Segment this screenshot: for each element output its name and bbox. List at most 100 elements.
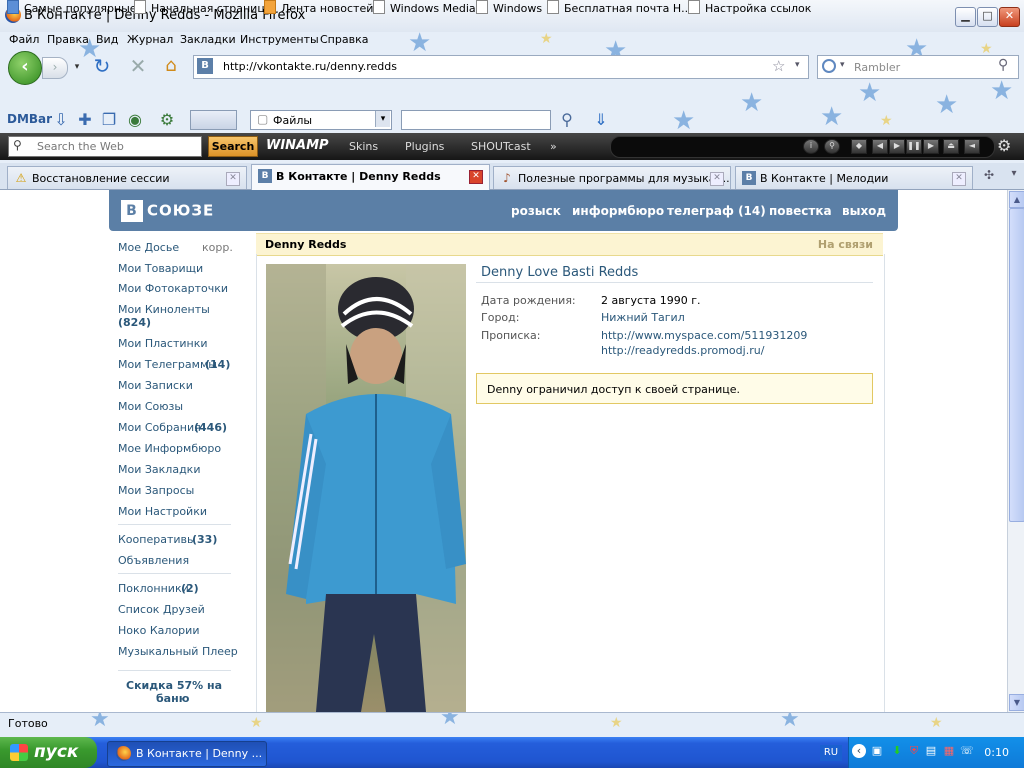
website-link-myspace[interactable]: http://www.myspace.com/511931209 (601, 329, 807, 342)
menu-audio[interactable]: Мои Пластинки (118, 337, 208, 350)
bookmark-star-icon[interactable]: ☆ (772, 57, 785, 75)
tab-session-restore[interactable]: ⚠ Восстановление сессии ✕ (7, 166, 247, 189)
search-box[interactable]: ▾ Rambler ⚲ (817, 55, 1019, 79)
close-icon[interactable]: ✕ (999, 7, 1020, 27)
menu-dossier-edit[interactable]: корр. (202, 241, 233, 254)
menu-friends-list[interactable]: Список Друзей (118, 603, 205, 616)
profile-photo[interactable] (266, 264, 466, 712)
menu-bookmarks[interactable]: Мои Закладки (118, 463, 200, 476)
winamp-more[interactable]: » (550, 140, 557, 153)
vk-logo[interactable]: В СОЮЗЕ (121, 200, 214, 222)
winamp-search-input[interactable]: ⚲ Search the Web (8, 136, 202, 157)
language-indicator[interactable]: RU (820, 745, 842, 761)
history-dropdown-icon[interactable]: ▾ (66, 57, 88, 77)
eject-icon[interactable]: ⏏ (943, 139, 959, 154)
website-link-promodj[interactable]: http://readyredds.promodj.ru/ (601, 344, 764, 357)
menu-help[interactable]: Справка (320, 33, 368, 46)
scroll-down-icon[interactable]: ▼ (1009, 694, 1024, 711)
bookmark-windows-media[interactable]: Windows Media (373, 0, 476, 15)
menu-my-news[interactable]: Мое Информбюро (118, 442, 221, 455)
close-tab-icon[interactable]: ✕ (226, 172, 240, 186)
tab-vk-melodies[interactable]: B В Контакте | Мелодии ✕ (735, 166, 973, 189)
search-input[interactable]: Rambler (854, 61, 900, 74)
dm-globe-icon[interactable]: ◉ (124, 110, 146, 130)
tray-network-icon[interactable]: ▤ (924, 744, 938, 758)
winamp-logo[interactable]: WINAMP (266, 138, 329, 153)
vertical-scrollbar[interactable]: ▲ ▼ (1007, 190, 1024, 712)
promo-line2[interactable]: баню (156, 692, 189, 705)
menu-music-player[interactable]: Музыкальный Плеер (118, 645, 238, 658)
new-tab-icon[interactable]: ✣ (980, 168, 998, 186)
winamp-search-button[interactable]: Search (208, 136, 258, 157)
close-tab-icon[interactable]: ✕ (710, 172, 724, 186)
dm-add-icon[interactable]: ✚ (74, 110, 96, 130)
tray-app-icon[interactable]: ▦ (942, 744, 956, 758)
stop-icon[interactable]: ✕ (127, 56, 149, 76)
bookmark-windows[interactable]: Windows (476, 0, 542, 15)
menu-dossier[interactable]: Мое Досье (118, 241, 179, 254)
tray-monitor-icon[interactable]: ▣ (870, 744, 884, 758)
search-icon[interactable]: ⚲ (998, 57, 1008, 73)
tab-vk-denny[interactable]: B В Контакте | Denny Redds ✕ (251, 164, 490, 190)
nav-logout[interactable]: выход (842, 204, 886, 218)
winamp-shoutcast-menu[interactable]: SHOUTcast (471, 140, 531, 153)
play-icon[interactable]: ▶ (889, 139, 905, 154)
dm-progress-field[interactable] (190, 110, 237, 130)
winamp-plugins-menu[interactable]: Plugins (405, 140, 444, 153)
player-search-icon[interactable]: ⚲ (824, 139, 840, 154)
scroll-thumb[interactable] (1009, 208, 1024, 522)
dmbar-label[interactable]: DMBar (7, 112, 52, 126)
menu-friends[interactable]: Мои Товарищи (118, 262, 203, 275)
tray-shield-icon[interactable]: ⛨ (907, 744, 921, 758)
menu-notes[interactable]: Мои Записки (118, 379, 193, 392)
forward-button[interactable]: › (42, 57, 68, 79)
pause-icon[interactable]: ❚❚ (906, 139, 922, 154)
tray-collapse-icon[interactable]: ‹ (852, 744, 866, 758)
winamp-skins-menu[interactable]: Skins (349, 140, 378, 153)
menu-noko-calories[interactable]: Ноко Калории (118, 624, 199, 637)
info-icon[interactable]: i (803, 139, 819, 154)
menu-groups[interactable]: Мои Союзы (118, 400, 183, 413)
city-value[interactable]: Нижний Тагил (601, 311, 685, 324)
close-tab-icon[interactable]: ✕ (469, 170, 483, 184)
url-bar[interactable]: B http://vkontakte.ru/denny.redds ☆ ▾ (193, 55, 809, 79)
menu-view[interactable]: Вид (96, 33, 118, 46)
files-select[interactable]: ▢ Файлы ▾ (250, 110, 392, 130)
close-tab-icon[interactable]: ✕ (952, 172, 966, 186)
menu-bookmarks[interactable]: Закладки (180, 33, 236, 46)
dm-search-icon[interactable]: ⚲ (556, 110, 578, 130)
menu-ads[interactable]: Объявления (118, 554, 189, 567)
url-dropdown-icon[interactable]: ▾ (795, 60, 800, 70)
menu-file[interactable]: Файл (9, 33, 39, 46)
tab-list-icon[interactable]: ▾ (1006, 168, 1022, 186)
menu-requests[interactable]: Мои Запросы (118, 484, 194, 497)
birthdate-value[interactable]: 2 августа 1990 г. (601, 294, 700, 307)
menu-tools[interactable]: Инструменты (240, 33, 319, 46)
nav-infobureau[interactable]: информбюро (572, 204, 664, 218)
dm-tools-icon[interactable]: ⚙ (156, 110, 178, 130)
menu-events[interactable]: Мои Собрания (118, 421, 201, 434)
promo-line1[interactable]: Скидка 57% на (126, 679, 222, 692)
reload-icon[interactable]: ↻ (91, 56, 113, 76)
dm-copy-icon[interactable]: ❐ (98, 110, 120, 130)
menu-fans[interactable]: Поклонники (118, 582, 189, 595)
prev-icon[interactable]: ◀ (872, 139, 888, 154)
search-engine-icon[interactable] (822, 59, 836, 73)
menu-videos[interactable]: Мои Киноленты (118, 303, 210, 316)
menu-messages[interactable]: Мои Телеграммы (118, 358, 217, 371)
gear-icon[interactable]: ⚙ (997, 136, 1011, 155)
bookmark-start[interactable]: Начальная страница (134, 0, 272, 15)
tray-chat-icon[interactable]: ☏ (960, 744, 974, 758)
start-button[interactable]: пуск (0, 737, 97, 768)
taskbar-item-firefox[interactable]: В Контакте | Denny ... (107, 741, 267, 767)
volume-icon[interactable]: ◆ (851, 139, 867, 154)
nav-summons[interactable]: повестка (769, 204, 832, 218)
bookmark-free-mail[interactable]: Бесплатная почта Н... (547, 0, 692, 15)
menu-history[interactable]: Журнал (127, 33, 173, 46)
back-button[interactable]: ‹ (8, 51, 42, 85)
menu-settings[interactable]: Мои Настройки (118, 505, 207, 518)
tray-download-icon[interactable]: ⬇ (890, 744, 904, 758)
menu-edit[interactable]: Правка (47, 33, 89, 46)
nav-search[interactable]: розыск (511, 204, 561, 218)
engine-dropdown-icon[interactable]: ▾ (840, 60, 845, 70)
